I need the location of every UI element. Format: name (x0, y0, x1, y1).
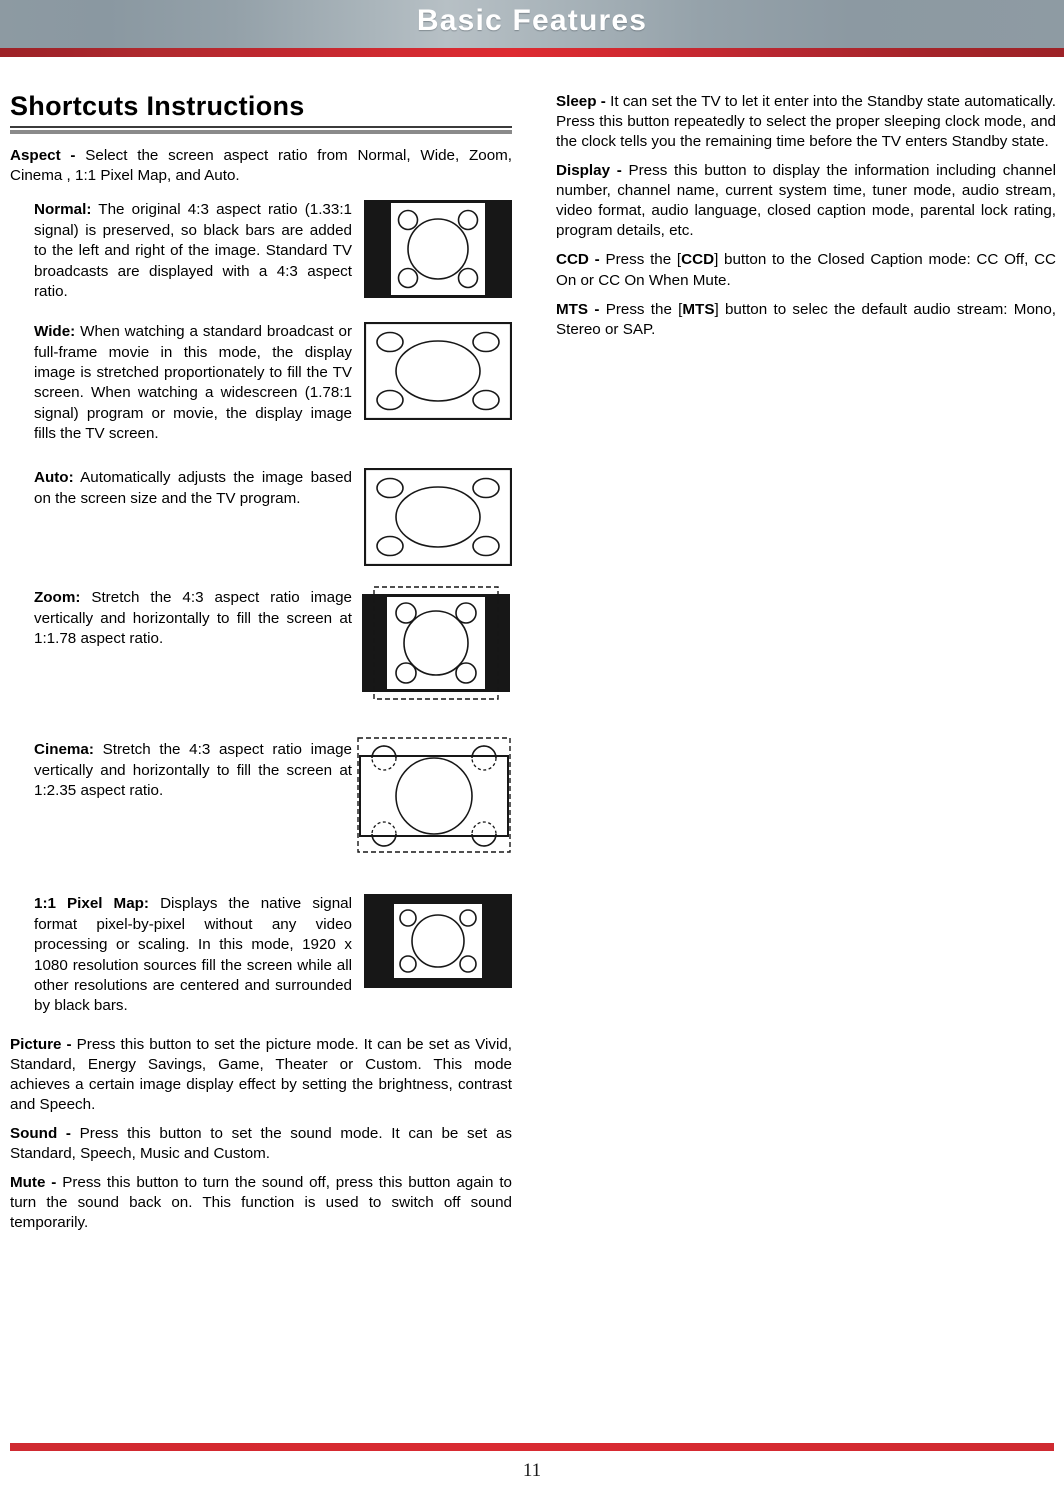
sound-label: Sound - (10, 1124, 80, 1142)
mute-paragraph: Mute - Press this button to turn the sou… (10, 1173, 512, 1233)
page-title: Basic Features (416, 4, 648, 37)
auto-aspect-diagram (364, 468, 512, 567)
mode-label-normal: Normal: (34, 201, 92, 219)
mode-label-cinema: Cinema: (34, 741, 94, 759)
picture-paragraph: Picture - Press this button to set the p… (10, 1035, 512, 1115)
mode-label-wide: Wide: (34, 323, 76, 341)
ccd-text-before: Press the [ (605, 251, 682, 269)
page-number: 11 (522, 1460, 542, 1481)
mode-text-pixel-map: 1:1 Pixel Map: Displays the native signa… (34, 894, 352, 1016)
mode-body-wide: When watching a standard broadcast or fu… (34, 323, 352, 443)
mode-label-pixel-map: 1:1 Pixel Map: (34, 895, 149, 913)
picture-label: Picture - (10, 1035, 77, 1053)
mts-label: MTS - (556, 300, 606, 318)
right-column: Sleep - It can set the TV to let it ente… (556, 92, 1056, 340)
mode-block-pixel-map: 1:1 Pixel Map: Displays the native signa… (10, 894, 512, 1016)
display-text: Press this button to display the informa… (556, 162, 1056, 240)
mode-text-cinema: Cinema: Stretch the 4:3 aspect ratio ima… (34, 740, 352, 801)
aspect-text: Select the screen aspect ratio from Norm… (10, 147, 513, 185)
aspect-paragraph: Aspect - Select the screen aspect ratio … (10, 146, 512, 186)
display-paragraph: Display - Press this button to display t… (556, 161, 1056, 241)
cinema-aspect-diagram (356, 736, 512, 854)
mode-block-auto: Auto: Automatically adjusts the image ba… (10, 468, 512, 576)
ccd-label: CCD - (556, 251, 606, 269)
heading-rule-thick (10, 130, 512, 135)
sound-text: Press this button to set the sound mode.… (10, 1124, 512, 1162)
sleep-label: Sleep - (556, 93, 611, 110)
mode-block-normal: Normal: The original 4:3 aspect ratio (1… (10, 200, 512, 302)
sleep-text: It can set the TV to let it enter into t… (556, 93, 1056, 151)
mode-block-cinema: Cinema: Stretch the 4:3 aspect ratio ima… (10, 737, 512, 866)
mode-block-wide: Wide: When watching a standard broadcast… (10, 322, 512, 444)
mode-block-zoom: Zoom: Stretch the 4:3 aspect ratio image… (10, 585, 512, 712)
mode-label-auto: Auto: (34, 469, 74, 487)
mode-text-auto: Auto: Automatically adjusts the image ba… (34, 468, 352, 509)
ccd-paragraph: CCD - Press the [CCD] button to the Clos… (556, 250, 1056, 290)
mute-text: Press this button to turn the sound off,… (10, 1173, 512, 1232)
mode-body-auto: Automatically adjusts the image based on… (34, 469, 352, 507)
sleep-paragraph: Sleep - It can set the TV to let it ente… (556, 92, 1056, 152)
mode-text-wide: Wide: When watching a standard broadcast… (34, 322, 352, 444)
mts-key: MTS (682, 300, 715, 318)
mts-text-before: Press the [ (605, 300, 683, 318)
sound-paragraph: Sound - Press this button to set the sou… (10, 1124, 512, 1164)
mute-label: Mute - (10, 1173, 63, 1191)
pixel-map-aspect-diagram (364, 894, 512, 989)
mode-body-zoom: Stretch the 4:3 aspect ratio image verti… (34, 589, 352, 648)
aspect-label: Aspect - (10, 147, 86, 165)
footer-red-rule (10, 1443, 1054, 1451)
picture-text: Press this button to set the picture mod… (10, 1035, 512, 1113)
mode-text-zoom: Zoom: Stretch the 4:3 aspect ratio image… (34, 588, 352, 649)
section-heading: Shortcuts Instructions (10, 91, 305, 121)
ccd-key: CCD (681, 251, 715, 269)
normal-aspect-diagram (364, 200, 512, 299)
header-red-rule (0, 48, 1064, 57)
mode-body-pixel-map: Displays the native signal format pixel-… (34, 895, 352, 1015)
page-header-band: Basic Features (0, 0, 1064, 48)
zoom-aspect-diagram (360, 585, 512, 701)
mts-paragraph: MTS - Press the [MTS] button to selec th… (556, 300, 1056, 340)
display-label: Display - (556, 162, 629, 180)
mode-label-zoom: Zoom: (34, 589, 81, 607)
left-column: Shortcuts Instructions Aspect - Select t… (10, 92, 512, 1233)
wide-aspect-diagram (364, 322, 512, 421)
mode-text-normal: Normal: The original 4:3 aspect ratio (1… (34, 200, 352, 302)
heading-rule-thin (10, 126, 512, 129)
